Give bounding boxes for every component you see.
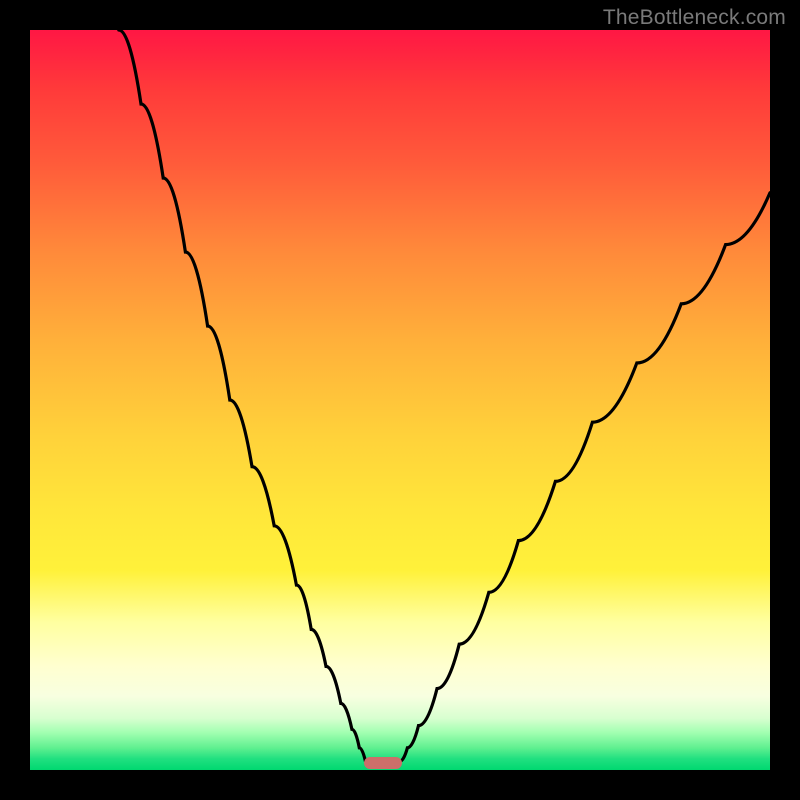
plot-area — [30, 30, 770, 770]
optimal-marker — [364, 757, 402, 769]
watermark-text: TheBottleneck.com — [603, 6, 786, 30]
outer-frame: TheBottleneck.com — [0, 0, 800, 800]
bottleneck-curve — [30, 30, 770, 770]
